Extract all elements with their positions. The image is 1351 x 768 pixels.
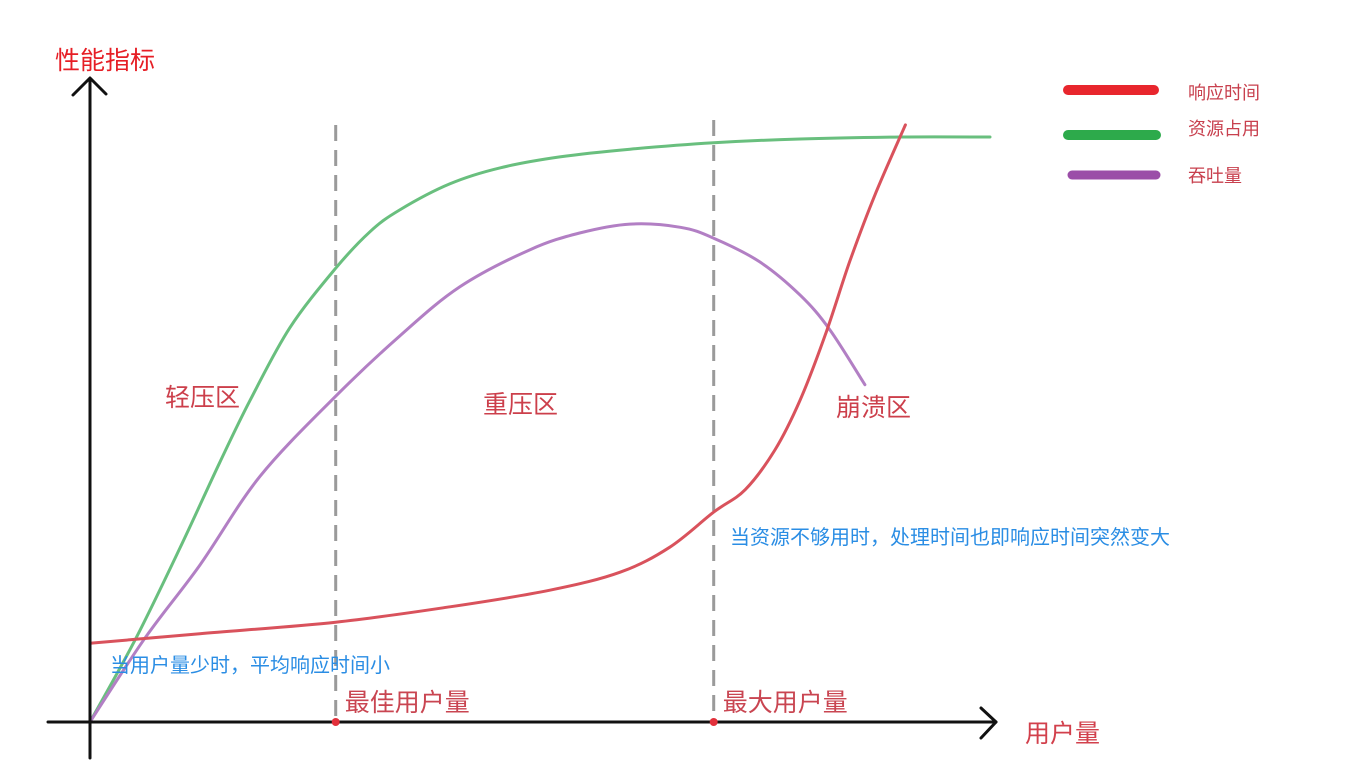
resource-usage-line (88, 135, 992, 724)
x-axis-label: 用户量 (1025, 719, 1100, 748)
light-load-region-label: 轻压区 (165, 383, 240, 412)
heavy-load-region-label: 重压区 (483, 390, 558, 419)
y-axis-label: 性能指标 (55, 46, 155, 75)
throughput-line (88, 222, 867, 724)
legend-item-response-time: 响应时间 (1063, 83, 1260, 104)
legend-item-resource-usage: 资源占用 (1063, 119, 1260, 140)
legend: 响应时间 资源占用 吞吐量 (1063, 83, 1260, 187)
optimal-users-label: 最佳用户量 (345, 688, 470, 717)
legend-label-response-time: 响应时间 (1188, 83, 1260, 104)
legend-item-throughput: 吞吐量 (1067, 166, 1242, 187)
performance-chart: 性能指标 用户量 最佳用户量 最大用户量 轻压区 重压区 崩溃区 当用户量少时，… (46, 46, 1260, 760)
resource-exhaustion-annotation: 当资源不够用时，处理时间也即响应时间突然变大 (730, 525, 1170, 549)
max-users-dot (709, 718, 718, 726)
legend-label-resource-usage: 资源占用 (1188, 119, 1260, 140)
legend-label-throughput: 吞吐量 (1188, 166, 1242, 187)
low-load-annotation: 当用户量少时，平均响应时间小 (110, 653, 390, 677)
optimal-users-dot (331, 718, 340, 726)
y-axis (71, 76, 108, 760)
crash-region-label: 崩溃区 (836, 393, 911, 422)
max-users-label: 最大用户量 (723, 688, 848, 717)
x-axis (46, 706, 998, 740)
chart-canvas: 性能指标 用户量 最佳用户量 最大用户量 轻压区 重压区 崩溃区 当用户量少时，… (0, 0, 1351, 768)
